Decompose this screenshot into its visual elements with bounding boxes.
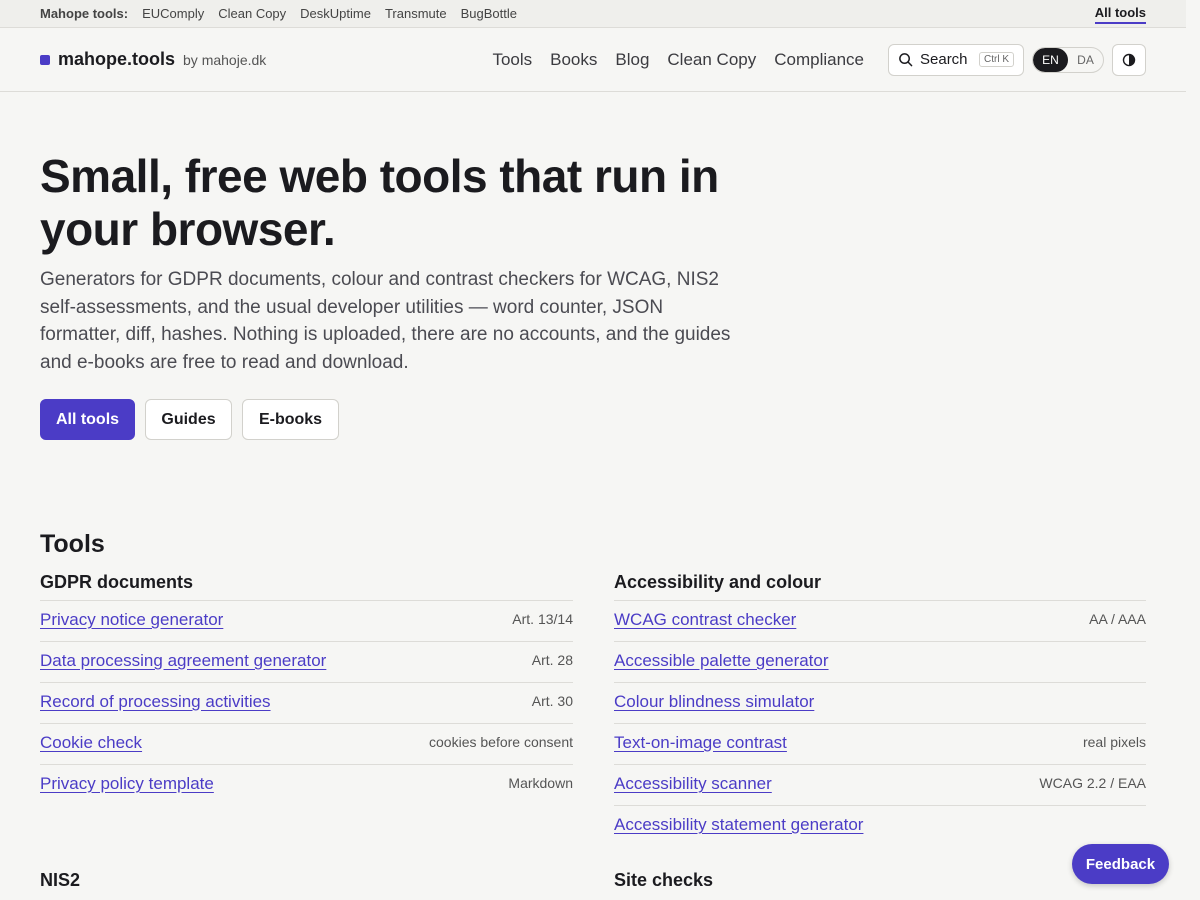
site-link-eucomply[interactable]: EUComply [142, 6, 204, 21]
tool-tag: WCAG 2.2 / EAA [1039, 775, 1146, 791]
tools-heading: Tools [40, 530, 105, 558]
nav-compliance[interactable]: Compliance [774, 50, 864, 70]
feedback-button[interactable]: Feedback [1072, 844, 1169, 884]
sites-lead-label: Mahope tools: [40, 6, 129, 21]
tool-link-contrast-checker[interactable]: WCAG contrast checker [614, 610, 796, 630]
hero-title-line-1: Small, free web tools that run in [40, 150, 719, 202]
list-item: Record of processing activities Art. 30 [40, 683, 573, 724]
search-icon [899, 53, 913, 67]
tool-link-privacy-policy[interactable]: Privacy policy template [40, 774, 214, 794]
search-button[interactable]: Search Ctrl K [888, 43, 1024, 76]
language-switcher: EN DA [1032, 46, 1104, 73]
contrast-icon [1122, 53, 1136, 66]
nav-books[interactable]: Books [550, 50, 597, 70]
list-item: Privacy notice generator Art. 13/14 [40, 601, 573, 642]
tools-section: Tools GDPR documents Privacy notice gene… [0, 530, 1186, 891]
list-item: Data processing agreement generator Art.… [40, 642, 573, 683]
nav-blog[interactable]: Blog [615, 50, 649, 70]
page-scrollbar[interactable] [1186, 0, 1200, 900]
accessibility-column: Accessibility and colour WCAG contrast c… [614, 572, 1146, 891]
tool-link-privacy-notice[interactable]: Privacy notice generator [40, 610, 223, 630]
tool-tag: Markdown [508, 775, 573, 791]
tool-tag: cookies before consent [429, 734, 573, 750]
nav-clean-copy[interactable]: Clean Copy [667, 50, 756, 70]
tool-link-accessibility-scanner[interactable]: Accessibility scanner [614, 774, 772, 794]
list-item: WCAG contrast checker AA / AAA [614, 601, 1146, 642]
tool-link-cookie-check[interactable]: Cookie check [40, 733, 142, 753]
list-item: Accessibility statement generator [614, 806, 1146, 847]
list-item: Text-on-image contrast real pixels [614, 724, 1146, 765]
list-item: Colour blindness simulator [614, 683, 1146, 724]
search-label: Search [920, 51, 968, 68]
tool-link-ropa[interactable]: Record of processing activities [40, 692, 271, 712]
gdpr-heading: GDPR documents [40, 572, 573, 601]
accessibility-heading: Accessibility and colour [614, 572, 1146, 601]
tool-tag: Art. 30 [531, 693, 573, 709]
tool-tag: AA / AAA [1089, 611, 1146, 627]
site-link-transmute[interactable]: Transmute [385, 6, 447, 21]
hero-actions: All tools Guides E-books [40, 399, 720, 440]
ebooks-button[interactable]: E-books [242, 399, 339, 440]
hero-title-line-2: your browser. [40, 203, 336, 255]
brand-logo-link[interactable]: mahope.tools by mahoje.dk [40, 49, 266, 70]
guides-button[interactable]: Guides [145, 399, 232, 440]
tool-link-accessibility-statement[interactable]: Accessibility statement generator [614, 815, 863, 835]
tool-link-colour-blindness[interactable]: Colour blindness simulator [614, 692, 814, 712]
site-link-deskuptime[interactable]: DeskUptime [300, 6, 371, 21]
main-nav: Tools Books Blog Clean Copy Compliance [492, 50, 864, 70]
all-tools-top-link[interactable]: All tools [1094, 5, 1146, 24]
tool-tag: Art. 28 [531, 652, 573, 668]
list-item: Privacy policy template Markdown [40, 765, 573, 806]
list-item: Accessibility scanner WCAG 2.2 / EAA [614, 765, 1146, 806]
tool-link-text-on-image[interactable]: Text-on-image contrast [614, 733, 787, 753]
tool-tag: Art. 13/14 [512, 611, 573, 627]
list-item: Accessible palette generator [614, 642, 1146, 683]
hero-description: Generators for GDPR documents, colour an… [40, 269, 731, 373]
gdpr-column: GDPR documents Privacy notice generator … [40, 572, 573, 891]
site-checks-heading: Site checks [614, 870, 714, 890]
lang-en-button[interactable]: EN [1033, 47, 1068, 72]
tool-tag: real pixels [1082, 734, 1146, 750]
all-tools-button[interactable]: All tools [40, 399, 135, 440]
site-header: mahope.tools by mahoje.dk Tools Books Bl… [0, 28, 1186, 92]
brand-byline: by mahoje.dk [183, 51, 267, 68]
brand-name: mahope.tools [58, 49, 176, 69]
nis2-heading: NIS2 [40, 870, 81, 890]
site-link-clean-copy[interactable]: Clean Copy [218, 6, 286, 21]
hero: Small, free web tools that run in your b… [0, 92, 760, 440]
site-link-bugbottle[interactable]: BugBottle [461, 6, 517, 21]
top-strip: Mahope tools: EUComply Clean Copy DeskUp… [0, 0, 1186, 28]
tool-link-palette-generator[interactable]: Accessible palette generator [614, 651, 829, 671]
search-shortcut: Ctrl K [979, 52, 1014, 67]
theme-toggle-button[interactable] [1112, 43, 1146, 76]
brand-square-icon [40, 54, 50, 65]
nav-tools[interactable]: Tools [492, 50, 532, 70]
tool-link-dpa[interactable]: Data processing agreement generator [40, 651, 326, 671]
hero-title: Small, free web tools that run in your b… [40, 150, 720, 256]
lang-da-button[interactable]: DA [1068, 48, 1103, 72]
list-item: Cookie check cookies before consent [40, 724, 573, 765]
